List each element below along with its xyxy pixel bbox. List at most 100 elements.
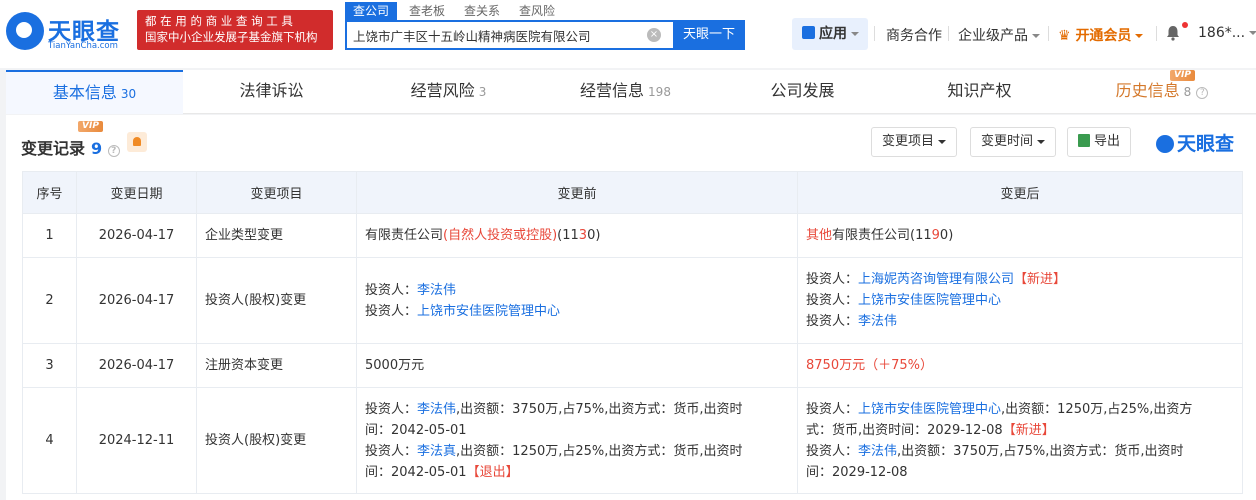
text-segment: 有限责任公司: [365, 228, 444, 243]
investor-label: 投资人：: [806, 293, 859, 308]
filter-change-item-button[interactable]: 变更项目: [871, 127, 958, 157]
tab-label: 法律诉讼: [239, 81, 304, 100]
nav-enterprise-products[interactable]: 企业级产品: [958, 25, 1040, 45]
user-account-menu[interactable]: 186*...: [1198, 25, 1256, 41]
chevron-down-icon: [1032, 34, 1040, 38]
cell-item: 注册资本变更: [196, 343, 357, 388]
nav-open-vip[interactable]: ♛ 开通会员: [1058, 25, 1144, 45]
tab-legal[interactable]: 法律诉讼: [183, 70, 360, 114]
cell-date: 2026-04-17: [76, 343, 197, 388]
table-row: 4 2024-12-11 投资人(股权)变更 投资人：李法伟,出资额：3750万…: [22, 387, 1243, 494]
tab-label: 知识产权: [947, 81, 1012, 100]
investor-label: 投资人：: [806, 443, 859, 459]
text-segment: 0): [587, 228, 601, 243]
text-segment: (11: [557, 228, 579, 243]
investor-link[interactable]: 李法真: [417, 444, 456, 459]
app-menu-button[interactable]: 应用: [792, 18, 868, 50]
investor-link[interactable]: 李法伟: [417, 283, 456, 298]
investor-link[interactable]: 李法伟: [858, 314, 897, 329]
investor-label: 投资人：: [806, 272, 859, 287]
investment-detail: ,出资额：3750万,占75%,出资方式：货币,出资时: [897, 443, 1184, 459]
investment-detail: ,出资额：1250万,占25%,出资方式：货币,出资时: [456, 443, 743, 459]
cell-before: 投资人：李法伟 投资人：上饶市安佳医院管理中心: [356, 257, 798, 344]
company-tabbar: 基本信息 30 法律诉讼 经营风险 3 经营信息 198 公司发展 知识产权 历史信息…: [6, 70, 1256, 114]
investment-detail: ,出资额：1250万,占25%,出资方: [1001, 401, 1193, 417]
search-input[interactable]: [353, 22, 643, 48]
new-entry-tag: 【新进】: [1002, 422, 1055, 438]
table-row: 3 2026-04-17 注册资本变更 5000万元 8750万元（＋75%）: [22, 343, 1243, 388]
investor-link[interactable]: 李法伟: [858, 444, 897, 459]
chevron-down-icon: [938, 139, 947, 144]
tab-development[interactable]: 公司发展: [714, 70, 891, 114]
cell-after: 8750万元（＋75%）: [797, 343, 1243, 388]
highlight-text: 9: [931, 228, 940, 243]
change-records-panel: 变更记录 9 ? VIP 变更项目 变更时间 导出 天眼查 序号 变更日期 变更项…: [6, 115, 1256, 500]
search-tab-company[interactable]: 查公司: [345, 2, 398, 20]
cell-after: 其他有限责任公司(1190): [797, 213, 1243, 258]
button-label: 变更时间: [981, 134, 1034, 149]
change-records-table: 序号 变更日期 变更项目 变更前 变更后 1 2026-04-17 企业类型变更…: [22, 171, 1243, 494]
investor-link[interactable]: 上饶市安佳医院管理中心: [858, 293, 1001, 308]
cell-date: 2026-04-17: [76, 257, 197, 344]
tab-history[interactable]: 历史信息 8 ?: [1068, 70, 1256, 114]
export-button[interactable]: 导出: [1067, 127, 1132, 157]
exit-tag: 【退出】: [466, 464, 519, 480]
button-label: 变更项目: [882, 134, 935, 149]
clear-icon[interactable]: ×: [647, 28, 661, 42]
chevron-down-icon: [1135, 34, 1144, 38]
help-icon[interactable]: ?: [107, 145, 120, 157]
notification-dot: [1182, 22, 1188, 28]
excel-icon: [1078, 134, 1090, 147]
new-entry-tag: 【新进】: [1014, 272, 1067, 287]
tab-count: 198: [648, 85, 671, 99]
cell-item: 企业类型变更: [196, 213, 357, 258]
tab-count: 8: [1183, 85, 1192, 99]
chevron-down-icon: [1249, 31, 1256, 35]
cell-item: 投资人(股权)变更: [196, 387, 357, 494]
logo-eye-icon: [6, 12, 44, 50]
investor-link[interactable]: 李法伟: [417, 402, 456, 417]
cell-item: 投资人(股权)变更: [196, 257, 357, 344]
tab-risk[interactable]: 经营风险 3: [360, 70, 537, 114]
section-title-text: 变更记录: [21, 139, 86, 158]
cell-no: 4: [22, 387, 77, 494]
bell-icon[interactable]: [1166, 25, 1180, 41]
header-item: 变更项目: [196, 171, 357, 214]
monitor-bell-icon[interactable]: [127, 132, 147, 152]
search-tab-relation[interactable]: 查关系: [464, 2, 500, 20]
filter-change-time-button[interactable]: 变更时间: [970, 127, 1057, 157]
investment-detail: 间：2042-05-01: [365, 422, 467, 438]
nav-divider: [874, 26, 875, 41]
investment-detail: 间：2029-12-08: [806, 464, 908, 480]
search-button[interactable]: 天眼一下: [673, 20, 745, 50]
slogan-banner: 都 在 用 的 商 业 查 询 工 具 国家中小企业发展子基金旗下机构: [137, 10, 333, 50]
vip-badge: VIP: [1170, 70, 1195, 81]
tab-ip[interactable]: 知识产权: [891, 70, 1068, 114]
help-icon[interactable]: ?: [1196, 87, 1209, 99]
cell-date: 2026-04-17: [76, 213, 197, 258]
user-account-label: 186*...: [1198, 25, 1246, 41]
brand-text: 天眼查: [1177, 133, 1235, 155]
header-before: 变更前: [356, 171, 798, 214]
logo-subtext: TianYanCha.com: [48, 41, 118, 51]
investor-link[interactable]: 上饶市安佳医院管理中心: [417, 304, 560, 319]
logo[interactable]: 天眼查 TianYanCha.com: [6, 10, 134, 54]
vip-badge: VIP: [78, 121, 103, 132]
tab-count: 3: [478, 85, 487, 99]
brand-watermark: 天眼查: [1156, 129, 1234, 156]
investor-link[interactable]: 上饶市安佳医院管理中心: [858, 402, 1001, 417]
search-tab-risk[interactable]: 查风险: [519, 2, 555, 20]
chevron-down-icon: [1037, 139, 1046, 144]
tab-operation[interactable]: 经营信息 198: [537, 70, 714, 114]
investor-link[interactable]: 上海妮芮咨询管理有限公司: [858, 272, 1014, 287]
search-tab-boss[interactable]: 查老板: [409, 2, 445, 20]
table-row: 2 2026-04-17 投资人(股权)变更 投资人：李法伟 投资人：上饶市安佳…: [22, 257, 1243, 344]
app-grid-icon: [802, 26, 815, 39]
tab-basic-info[interactable]: 基本信息 30: [6, 70, 183, 114]
cell-before: 5000万元: [356, 343, 798, 388]
nav-business-cooperation[interactable]: 商务合作: [886, 25, 942, 45]
top-header: 天眼查 TianYanCha.com 都 在 用 的 商 业 查 询 工 具 国…: [0, 0, 1256, 68]
record-count: 9: [91, 139, 103, 158]
app-menu-label: 应用: [819, 26, 847, 42]
investor-label: 投资人：: [806, 314, 859, 329]
